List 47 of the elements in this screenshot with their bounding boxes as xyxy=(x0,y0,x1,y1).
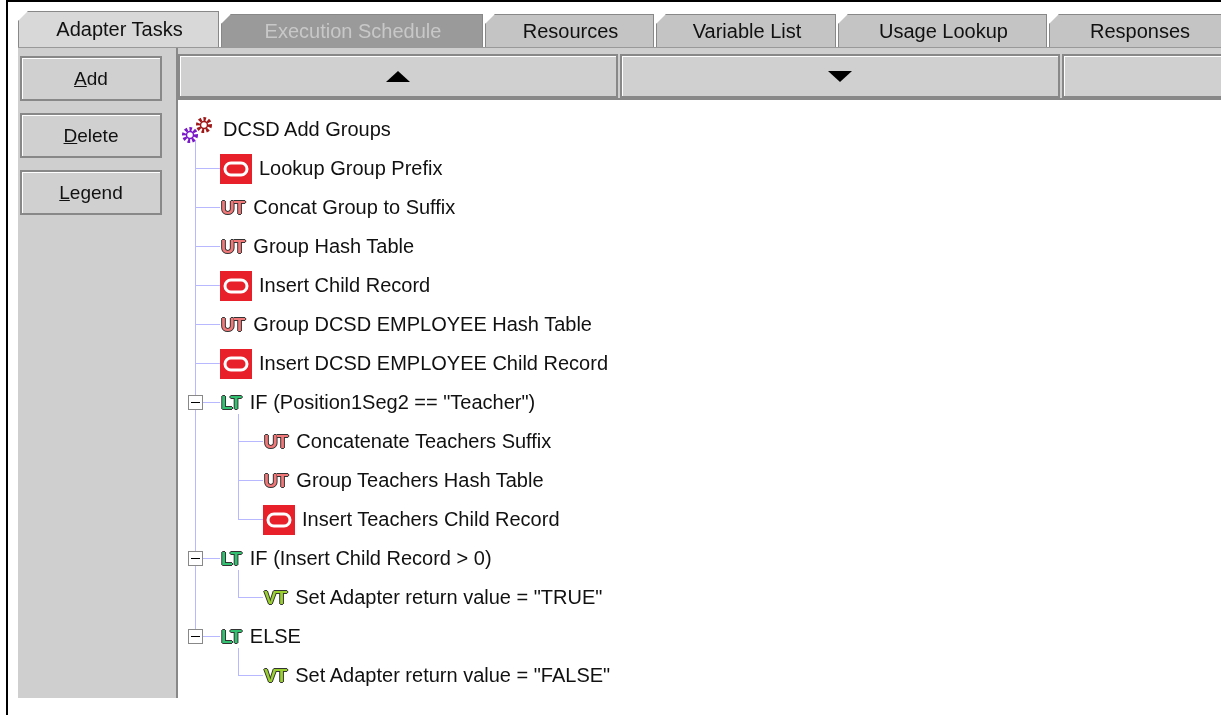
side-button[interactable]: Delete xyxy=(20,113,162,158)
down-arrow-icon xyxy=(828,70,852,82)
tree-line xyxy=(238,648,263,676)
tree-item[interactable]: DCSD Add Groups xyxy=(223,118,391,141)
tree-item[interactable]: Concatenate Teachers Suffix xyxy=(296,430,552,453)
tree-item[interactable]: IF (Position1Seg2 == "Teacher") xyxy=(249,391,536,414)
database-icon xyxy=(220,270,252,301)
tree-item[interactable]: Concat Group to Suffix xyxy=(253,196,456,219)
tree-item[interactable]: Set Adapter return value = "TRUE" xyxy=(295,586,603,609)
task-type-icon: LT xyxy=(220,393,243,412)
tree-item[interactable]: Set Adapter return value = "FALSE" xyxy=(295,664,611,687)
side-button[interactable]: Legend xyxy=(20,170,162,215)
task-type-icon: VT xyxy=(263,588,289,607)
tab[interactable]: Responses xyxy=(1049,14,1221,47)
tree-item[interactable]: Insert Teachers Child Record xyxy=(302,508,560,531)
tree-item[interactable]: Group Teachers Hash Table xyxy=(296,469,544,492)
task-type-icon: VT xyxy=(263,666,289,685)
task-type-icon: UT xyxy=(220,198,247,217)
collapse-toggle[interactable] xyxy=(188,395,203,410)
tree-item[interactable]: IF (Insert Child Record > 0) xyxy=(249,547,492,570)
task-type-icon: UT xyxy=(220,315,247,334)
task-type-icon: LT xyxy=(220,549,243,568)
tree-line xyxy=(238,570,263,598)
tab[interactable]: Resources xyxy=(485,14,654,47)
database-icon xyxy=(220,153,252,184)
header-button[interactable] xyxy=(1062,54,1221,98)
collapse-toggle[interactable] xyxy=(188,551,203,566)
up-arrow-icon xyxy=(386,70,410,82)
tab[interactable]: Adapter Tasks xyxy=(18,11,219,47)
tree-item[interactable]: Lookup Group Prefix xyxy=(259,157,443,180)
tab[interactable]: Variable List xyxy=(656,14,836,47)
task-type-icon: UT xyxy=(263,432,290,451)
database-icon xyxy=(220,348,252,379)
task-type-icon: LT xyxy=(220,627,243,646)
tree-item[interactable]: ELSE xyxy=(249,625,301,648)
side-button[interactable]: Add xyxy=(20,56,162,101)
collapse-toggle[interactable] xyxy=(188,629,203,644)
tree-item[interactable]: Insert DCSD EMPLOYEE Child Record xyxy=(259,352,608,375)
move-down-button[interactable] xyxy=(620,54,1060,98)
task-type-icon: UT xyxy=(220,237,247,256)
task-type-icon: UT xyxy=(263,471,290,490)
database-icon xyxy=(263,504,295,535)
tree-item[interactable]: Group DCSD EMPLOYEE Hash Table xyxy=(253,313,592,336)
tree-item[interactable]: Group Hash Table xyxy=(253,235,415,258)
tree-item[interactable]: Insert Child Record xyxy=(259,274,431,297)
tab[interactable]: Usage Lookup xyxy=(838,14,1047,47)
move-up-button[interactable] xyxy=(178,54,618,98)
